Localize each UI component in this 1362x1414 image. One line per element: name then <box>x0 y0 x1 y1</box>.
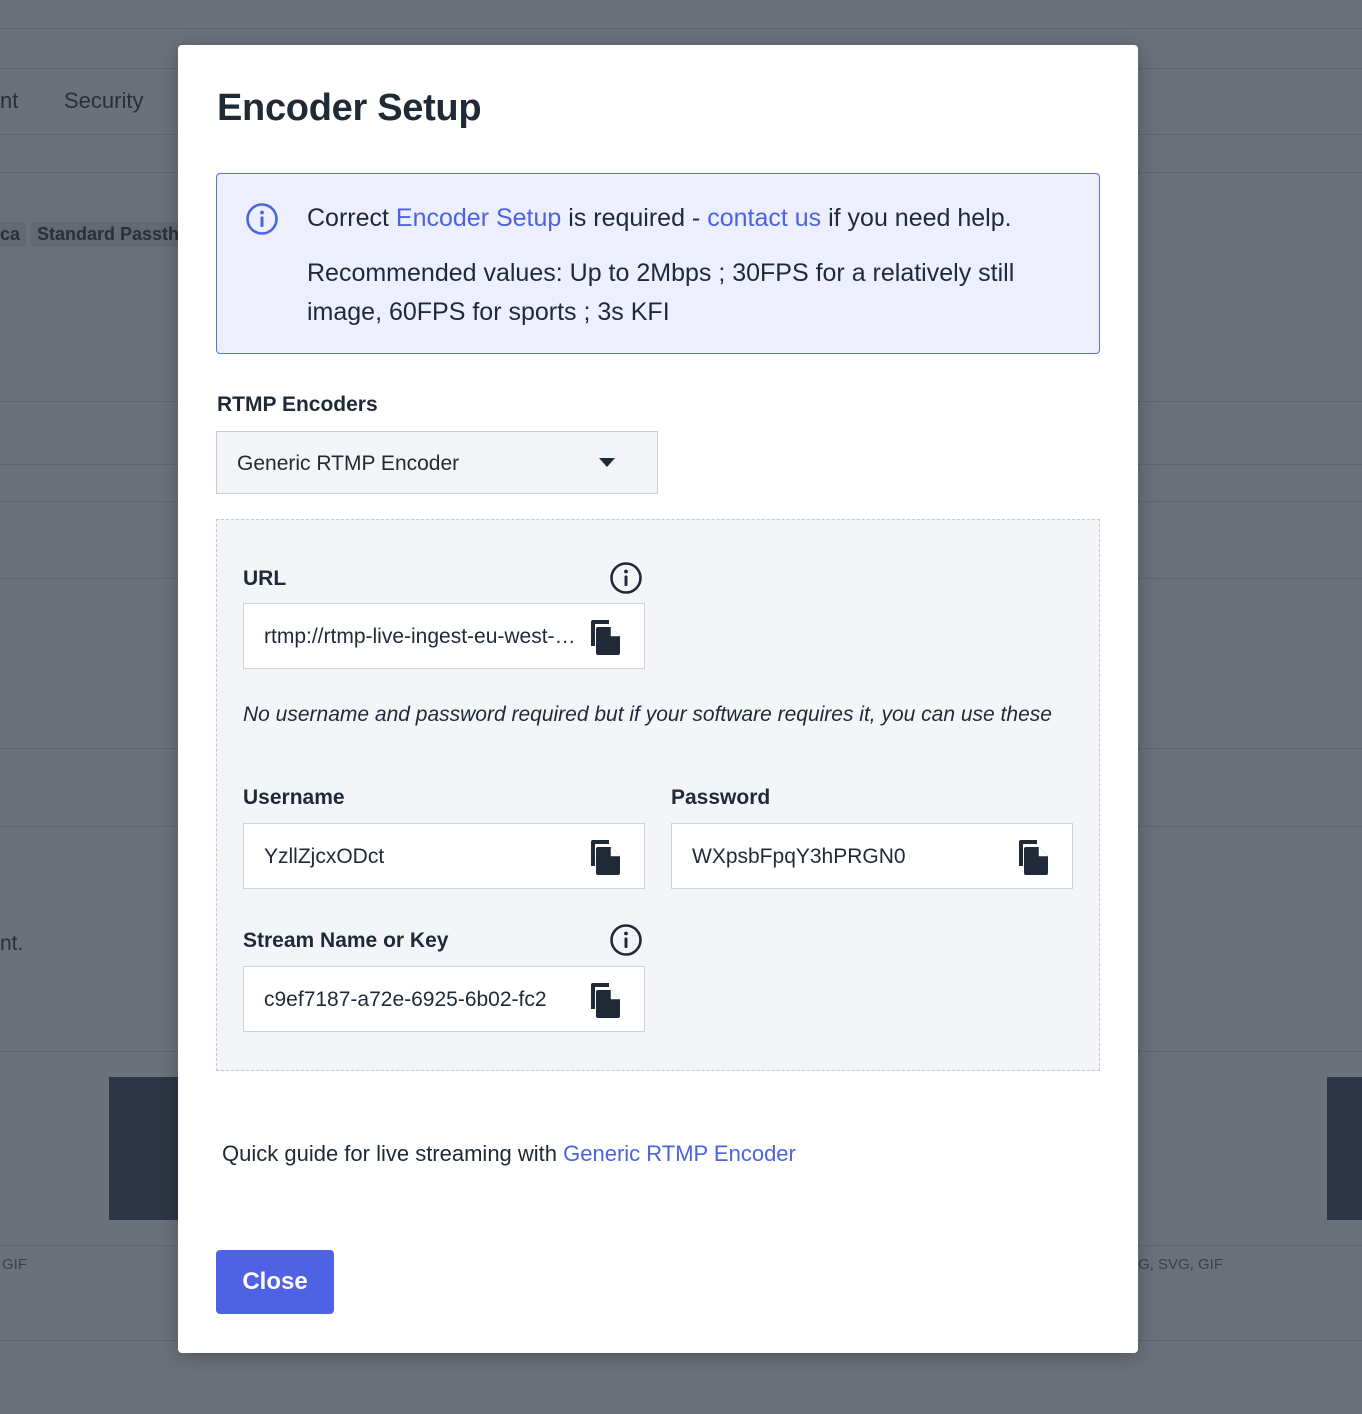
copy-icon[interactable] <box>1016 838 1052 876</box>
credentials-note: No username and password required but if… <box>243 703 1052 726</box>
stream-key-info-icon[interactable] <box>609 923 643 957</box>
background-tab-security: Security <box>64 88 144 113</box>
background-thumbnail <box>1327 1077 1362 1220</box>
url-value[interactable]: rtmp://rtmp-live-ingest-eu-west-3-univer… <box>264 625 586 649</box>
encoder-setup-link[interactable]: Encoder Setup <box>396 204 561 232</box>
copy-icon[interactable] <box>588 838 624 876</box>
info-text: if you need help. <box>821 204 1012 232</box>
url-field[interactable]: rtmp://rtmp-live-ingest-eu-west-3-univer… <box>243 603 645 669</box>
quick-guide-prefix: Quick guide for live streaming with <box>222 1141 564 1166</box>
info-text: Correct <box>307 204 396 232</box>
username-field[interactable]: YzllZjcxODct <box>243 823 645 889</box>
copy-icon[interactable] <box>588 618 624 656</box>
stream-key-value[interactable]: c9ef7187-a72e-6925-6b02-fc2 <box>264 988 586 1012</box>
modal-title: Encoder Setup <box>217 87 482 129</box>
background-chip: ca <box>0 222 27 247</box>
background-formats: GIF <box>2 1256 27 1273</box>
quick-guide-link[interactable]: Generic RTMP Encoder <box>563 1141 796 1166</box>
url-label: URL <box>243 567 287 590</box>
password-label: Password <box>671 786 771 809</box>
chevron-down-icon <box>599 458 615 467</box>
background-formats: G, SVG, GIF <box>1138 1256 1224 1273</box>
close-button[interactable]: Close <box>216 1250 334 1314</box>
url-info-icon[interactable] <box>609 561 643 595</box>
rtmp-encoders-label: RTMP Encoders <box>217 393 378 416</box>
background-chip-standard: Standard Passth <box>31 222 186 247</box>
stream-key-label: Stream Name or Key <box>243 929 449 952</box>
password-field[interactable]: WXpsbFpqY3hPRGN0 <box>671 823 1073 889</box>
stream-key-field[interactable]: c9ef7187-a72e-6925-6b02-fc2 <box>243 966 645 1032</box>
quick-guide-text: Quick guide for live streaming with Gene… <box>222 1141 796 1167</box>
recommended-values-text: Recommended values: Up to 2Mbps ; 30FPS … <box>307 259 1015 326</box>
contact-us-link[interactable]: contact us <box>707 204 821 232</box>
info-alert: Correct Encoder Setup is required - cont… <box>216 173 1100 354</box>
info-required-text: Correct Encoder Setup is required - cont… <box>307 204 1012 233</box>
background-text: nt. <box>0 932 24 955</box>
info-text: is required - <box>561 204 708 232</box>
encoder-select[interactable]: Generic RTMP Encoder <box>216 431 658 494</box>
encoder-credentials-panel: URL rtmp://rtmp-live-ingest-eu-west-3-un… <box>216 519 1100 1071</box>
background-thumbnail <box>109 1077 178 1220</box>
password-value[interactable]: WXpsbFpqY3hPRGN0 <box>692 845 1014 869</box>
encoder-setup-modal: Encoder Setup Correct Encoder Setup is r… <box>178 45 1138 1353</box>
info-icon <box>246 203 278 235</box>
divider <box>0 28 1362 29</box>
copy-icon[interactable] <box>588 981 624 1019</box>
background-tab: nt <box>0 88 19 113</box>
username-label: Username <box>243 786 345 809</box>
username-value[interactable]: YzllZjcxODct <box>264 845 586 869</box>
encoder-select-value: Generic RTMP Encoder <box>237 452 460 475</box>
